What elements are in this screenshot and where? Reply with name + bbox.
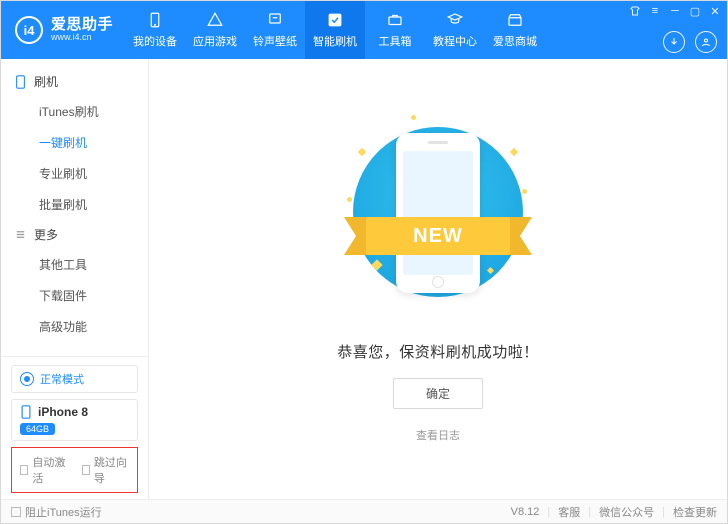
nav-ringtone[interactable]: 铃声壁纸 — [245, 1, 305, 59]
store-icon — [506, 11, 524, 29]
main-panel: NEW 恭喜您，保资料刷机成功啦！ 确定 查看日志 — [149, 59, 727, 499]
sidebar: 刷机 iTunes刷机 一键刷机 专业刷机 批量刷机 更多 其他工具 下载固件 … — [1, 59, 149, 499]
ribbon-text: NEW — [366, 217, 510, 255]
wechat-link[interactable]: 微信公众号 — [599, 504, 654, 520]
download-button[interactable] — [663, 31, 685, 53]
support-link[interactable]: 客服 — [558, 504, 580, 520]
sidebar-item-pro[interactable]: 专业刷机 — [1, 158, 148, 189]
sidebar-bottom: 正常模式 iPhone 8 64GB 自动激活 — [1, 356, 148, 499]
nav-toolbox[interactable]: 工具箱 — [365, 1, 425, 59]
mode-indicator[interactable]: 正常模式 — [11, 365, 138, 393]
sidebar-item-oneclick[interactable]: 一键刷机 — [1, 127, 148, 158]
tutorial-icon — [446, 11, 464, 29]
header-right-buttons — [663, 31, 717, 53]
sidebar-item-batch[interactable]: 批量刷机 — [1, 189, 148, 220]
nav-label: 智能刷机 — [313, 33, 357, 49]
device-name: iPhone 8 — [38, 405, 88, 419]
phone-icon — [15, 76, 26, 87]
toolbox-icon — [386, 11, 404, 29]
sidebar-item-othertools[interactable]: 其他工具 — [1, 249, 148, 280]
skin-icon[interactable] — [629, 5, 641, 17]
window-controls: ≡ ─ ▢ ✕ — [629, 5, 721, 17]
nav-label: 我的设备 — [133, 33, 177, 49]
nav-label: 工具箱 — [379, 33, 412, 49]
logo[interactable]: i4 爱思助手 www.i4.cn — [1, 16, 125, 44]
flash-options: 自动激活 跳过向导 — [11, 447, 138, 493]
nav-flash[interactable]: 智能刷机 — [305, 1, 365, 59]
flash-icon — [326, 11, 344, 29]
version-label: V8.12 — [511, 506, 540, 518]
header: i4 爱思助手 www.i4.cn 我的设备 应用游戏 铃声壁纸 智能刷机 — [1, 1, 727, 59]
close-icon[interactable]: ✕ — [709, 5, 721, 17]
section-title: 刷机 — [34, 73, 58, 90]
mode-dot-icon — [20, 372, 34, 386]
checkbox-icon — [11, 507, 21, 517]
nav-store[interactable]: 爱思商城 — [485, 1, 545, 59]
body: 刷机 iTunes刷机 一键刷机 专业刷机 批量刷机 更多 其他工具 下载固件 … — [1, 59, 727, 499]
mode-label: 正常模式 — [40, 371, 84, 387]
checkbox-skip-guide[interactable]: 跳过向导 — [82, 454, 130, 486]
top-nav: 我的设备 应用游戏 铃声壁纸 智能刷机 工具箱 教程中心 — [125, 1, 545, 59]
new-ribbon: NEW — [344, 213, 532, 259]
minimize-icon[interactable]: ─ — [669, 5, 681, 17]
checkbox-icon — [82, 465, 90, 475]
nav-tutorial[interactable]: 教程中心 — [425, 1, 485, 59]
user-button[interactable] — [695, 31, 717, 53]
menu-icon[interactable]: ≡ — [649, 5, 661, 17]
sidebar-scroll: 刷机 iTunes刷机 一键刷机 专业刷机 批量刷机 更多 其他工具 下载固件 … — [1, 59, 148, 356]
more-icon — [15, 229, 26, 240]
device-icon — [146, 11, 164, 29]
logo-icon: i4 — [15, 16, 43, 44]
sidebar-item-download-firmware[interactable]: 下载固件 — [1, 280, 148, 311]
sidebar-item-advanced[interactable]: 高级功能 — [1, 311, 148, 342]
sidebar-section-more[interactable]: 更多 — [1, 220, 148, 249]
device-icon — [20, 405, 32, 419]
update-link[interactable]: 检查更新 — [673, 504, 717, 520]
nav-apps[interactable]: 应用游戏 — [185, 1, 245, 59]
sidebar-section-flash[interactable]: 刷机 — [1, 67, 148, 96]
footer: 阻止iTunes运行 V8.12 | 客服 | 微信公众号 | 检查更新 — [1, 499, 727, 523]
checkbox-label: 阻止iTunes运行 — [25, 504, 102, 520]
app-site: www.i4.cn — [51, 33, 113, 43]
view-log-link[interactable]: 查看日志 — [416, 427, 460, 443]
checkbox-block-itunes[interactable]: 阻止iTunes运行 — [11, 504, 102, 520]
apps-icon — [206, 11, 224, 29]
device-capacity: 64GB — [20, 423, 55, 435]
checkbox-icon — [20, 465, 28, 475]
success-message: 恭喜您，保资料刷机成功啦！ — [337, 341, 539, 362]
checkbox-label: 跳过向导 — [94, 454, 129, 486]
section-title: 更多 — [34, 226, 58, 243]
checkbox-auto-activate[interactable]: 自动激活 — [20, 454, 68, 486]
app-window: i4 爱思助手 www.i4.cn 我的设备 应用游戏 铃声壁纸 智能刷机 — [0, 0, 728, 524]
ok-button[interactable]: 确定 — [393, 378, 483, 409]
sidebar-item-itunes[interactable]: iTunes刷机 — [1, 96, 148, 127]
checkbox-label: 自动激活 — [32, 454, 67, 486]
nav-label: 爱思商城 — [493, 33, 537, 49]
nav-label: 应用游戏 — [193, 33, 237, 49]
nav-label: 教程中心 — [433, 33, 477, 49]
logo-text: 爱思助手 www.i4.cn — [51, 17, 113, 43]
success-illustration: NEW — [323, 105, 553, 305]
device-card[interactable]: iPhone 8 64GB — [11, 399, 138, 441]
nav-label: 铃声壁纸 — [253, 33, 297, 49]
app-name: 爱思助手 — [51, 17, 113, 34]
nav-my-device[interactable]: 我的设备 — [125, 1, 185, 59]
ringtone-icon — [266, 11, 284, 29]
maximize-icon[interactable]: ▢ — [689, 5, 701, 17]
